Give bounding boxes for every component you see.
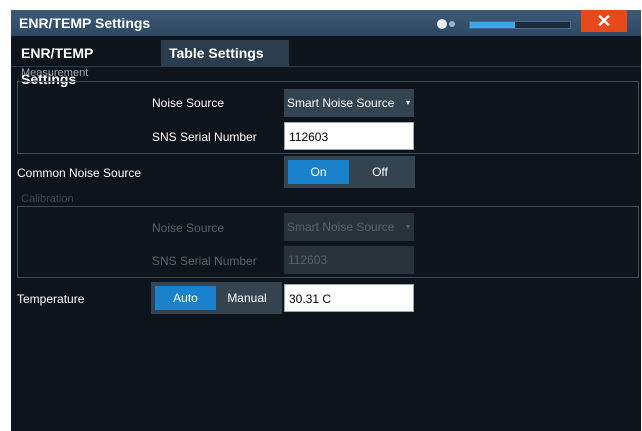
tab-table-settings[interactable]: Table Settings bbox=[161, 40, 289, 66]
title-bar[interactable]: ENR/TEMP Settings ✕ bbox=[11, 10, 641, 36]
temperature-manual-option[interactable]: Manual bbox=[216, 286, 278, 310]
tab-enr-temp-settings[interactable]: ENR/TEMP Settings bbox=[13, 40, 102, 87]
chevron-down-icon: ▾ bbox=[405, 98, 410, 107]
calibration-noise-source-dropdown: Smart Noise Source ▾ bbox=[284, 213, 414, 241]
temperature-auto-option[interactable]: Auto bbox=[155, 286, 216, 310]
calibration-section-label: Calibration bbox=[21, 193, 74, 205]
temperature-label: Temperature bbox=[17, 292, 85, 306]
chevron-down-icon: ▾ bbox=[405, 222, 410, 231]
transparency-toggle-icon[interactable] bbox=[437, 19, 457, 29]
close-button[interactable]: ✕ bbox=[581, 10, 627, 32]
measurement-noise-source-label: Noise Source bbox=[152, 96, 225, 110]
common-noise-source-on-option[interactable]: On bbox=[288, 160, 349, 184]
tab-divider bbox=[11, 66, 641, 67]
measurement-serial-field[interactable]: 112603 bbox=[284, 122, 414, 150]
transparency-slider-fill bbox=[470, 22, 515, 28]
calibration-serial-label: SNS Serial Number bbox=[152, 254, 257, 268]
common-noise-source-off-option[interactable]: Off bbox=[349, 160, 411, 184]
calibration-noise-source-value: Smart Noise Source bbox=[287, 220, 395, 234]
measurement-serial-label: SNS Serial Number bbox=[152, 130, 257, 144]
measurement-noise-source-value: Smart Noise Source bbox=[287, 96, 395, 110]
temperature-mode-toggle[interactable]: Auto Manual bbox=[151, 282, 282, 314]
common-noise-source-label: Common Noise Source bbox=[17, 166, 142, 180]
calibration-serial-field: 112603 bbox=[284, 246, 414, 274]
calibration-noise-source-label: Noise Source bbox=[152, 221, 225, 235]
toggle-dot bbox=[449, 21, 455, 27]
common-noise-source-toggle[interactable]: On Off bbox=[284, 156, 415, 188]
temperature-value-field[interactable]: 30.31 C bbox=[284, 284, 414, 312]
dialog-title: ENR/TEMP Settings bbox=[19, 15, 151, 31]
enr-temp-settings-dialog: ENR/TEMP Settings ✕ ENR/TEMP Settings Ta… bbox=[11, 10, 641, 431]
toggle-knob bbox=[437, 19, 447, 29]
measurement-section-label: Measurement bbox=[21, 67, 89, 79]
measurement-noise-source-dropdown[interactable]: Smart Noise Source ▾ bbox=[284, 89, 414, 117]
transparency-slider[interactable] bbox=[469, 21, 571, 29]
